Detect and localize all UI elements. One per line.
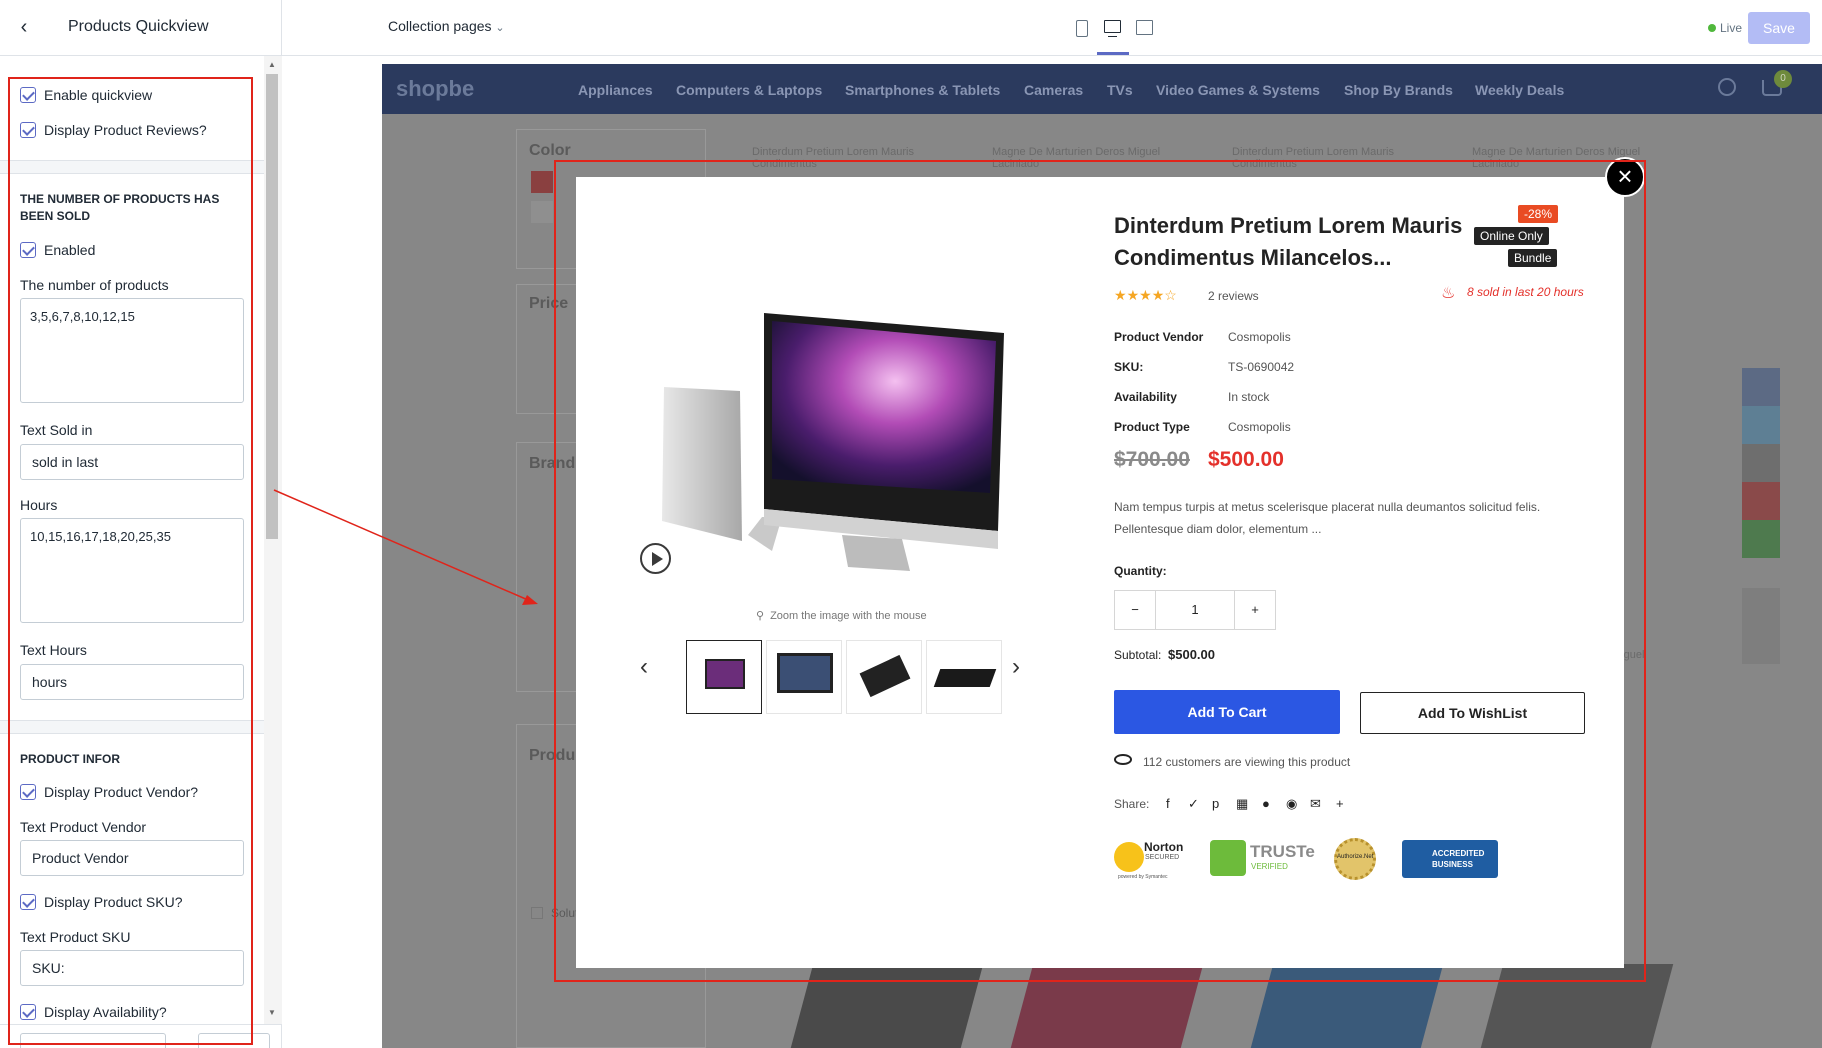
- search-icon[interactable]: [1718, 78, 1736, 96]
- page-selector-label: Collection pages: [388, 18, 492, 34]
- page-selector[interactable]: Collection pages ⌄: [388, 18, 505, 34]
- chevron-down-icon: ⌄: [495, 22, 505, 34]
- nav-item[interactable]: Smartphones & Tablets: [845, 82, 1000, 98]
- annotation-box-quickview: [554, 160, 1646, 982]
- cart-count: 0: [1774, 70, 1792, 88]
- mobile-view-icon[interactable]: [1076, 20, 1088, 37]
- nav-item[interactable]: Cameras: [1024, 82, 1083, 98]
- theme-sidebar: ‹ Products Quickview Enable quickview Di…: [0, 0, 282, 1048]
- fullwidth-view-icon[interactable]: [1136, 20, 1153, 35]
- store-logo[interactable]: shopbe: [396, 76, 474, 102]
- nav-item[interactable]: Video Games & Systems: [1156, 82, 1320, 98]
- nav-item[interactable]: TVs: [1107, 82, 1133, 98]
- close-social-icon[interactable]: [1742, 588, 1780, 626]
- pinterest-share-icon[interactable]: [1742, 482, 1780, 520]
- annotation-box-settings: [8, 77, 253, 1045]
- scroll-up-icon[interactable]: ▲: [266, 58, 278, 72]
- sidebar-header: ‹ Products Quickview: [0, 0, 281, 56]
- active-view-indicator: [1097, 52, 1129, 55]
- editor-topbar: [282, 0, 1822, 56]
- twitter-share-icon[interactable]: [1742, 406, 1780, 444]
- save-button[interactable]: Save: [1748, 12, 1810, 44]
- nav-item[interactable]: Weekly Deals: [1475, 82, 1564, 98]
- color-swatch[interactable]: [531, 201, 553, 223]
- nav-item[interactable]: Appliances: [578, 82, 653, 98]
- desktop-view-icon[interactable]: [1104, 20, 1121, 33]
- instagram-share-icon[interactable]: [1742, 444, 1780, 482]
- filter-checkbox[interactable]: [531, 907, 543, 919]
- live-status-dot: [1708, 24, 1716, 32]
- scroll-down-icon[interactable]: ▼: [266, 1006, 278, 1020]
- store-navbar: shopbe Appliances Computers & Laptops Sm…: [382, 64, 1822, 114]
- facebook-share-icon[interactable]: [1742, 368, 1780, 406]
- live-status: Live: [1720, 21, 1743, 35]
- filter-heading: Color: [529, 142, 571, 159]
- back-icon[interactable]: ‹: [12, 16, 36, 40]
- sidebar-title: Products Quickview: [68, 18, 209, 35]
- scrollbar-thumb[interactable]: [266, 74, 278, 539]
- nav-item[interactable]: Computers & Laptops: [676, 82, 822, 98]
- snapchat-share-icon[interactable]: [1742, 520, 1780, 558]
- back-to-top-icon[interactable]: [1742, 626, 1780, 664]
- nav-item[interactable]: Shop By Brands: [1344, 82, 1453, 98]
- color-swatch[interactable]: [531, 171, 553, 193]
- desktop-stand: [1108, 33, 1117, 37]
